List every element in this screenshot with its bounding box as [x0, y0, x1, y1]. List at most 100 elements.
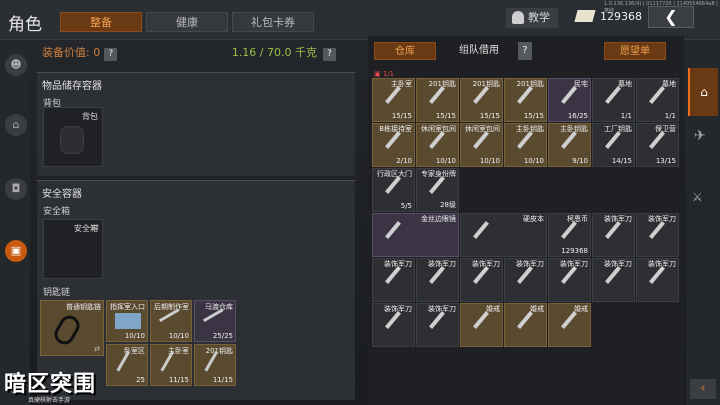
page-indicator: ▣ 1/1: [374, 70, 394, 78]
inventory-item[interactable]: 休闲室包间 10/10: [460, 123, 503, 167]
keychain-item[interactable]: 主卧室 11/15: [150, 344, 192, 386]
keychain-item[interactable]: 卧室区 25: [106, 344, 148, 386]
item-name: 墓地: [662, 80, 676, 88]
inventory-item[interactable]: 休闲室包间 10/10: [416, 123, 459, 167]
inventory-item[interactable]: 主卧室 15/15: [372, 78, 415, 122]
game-logo: 暗区突围: [4, 372, 97, 397]
tutorial-label: 教学: [528, 11, 550, 24]
swap-icon[interactable]: ⇄: [94, 345, 100, 353]
keychain-item[interactable]: 马渡仓库 25/25: [194, 300, 236, 342]
item-icon: [649, 266, 665, 284]
clothing-icon[interactable]: ✈: [694, 128, 706, 144]
item-name: 婚戒: [486, 305, 500, 313]
inventory-item[interactable]: 装饰军刀: [416, 303, 459, 347]
item-name: 休闲室包间: [421, 125, 456, 133]
weight-label: 1.16 / 70.0 千克: [231, 46, 317, 59]
right-nav: ⌂ ✈ ⚔ ‹: [686, 40, 720, 405]
collapse-button[interactable]: ‹: [690, 379, 716, 399]
tab-warehouse[interactable]: 仓库: [374, 42, 436, 60]
inventory-item[interactable]: 装饰军刀: [372, 303, 415, 347]
backpack-slot[interactable]: 背包: [43, 107, 103, 167]
item-icon: [605, 86, 621, 104]
inventory-item[interactable]: 工厂钥匙 14/15: [592, 123, 635, 167]
inventory-item[interactable]: 婚戒: [504, 303, 547, 347]
money-icon: [574, 10, 596, 22]
weapon-icon[interactable]: ⚔: [692, 190, 703, 204]
item-name: 普通钥匙链: [66, 303, 101, 311]
item-name: 金丝边眼镜: [421, 215, 456, 223]
inventory-item[interactable]: 装饰军刀: [372, 258, 415, 302]
inventory-item[interactable]: 装饰军刀: [636, 213, 679, 257]
home-icon[interactable]: ⌂: [688, 68, 718, 116]
inventory-icon[interactable]: ▣: [5, 240, 27, 262]
item-icon: [385, 176, 401, 194]
swap-icon[interactable]: ⇄: [91, 223, 99, 275]
item-name: 装饰军刀: [604, 260, 632, 268]
tab-team-borrow[interactable]: 组队借用: [446, 42, 512, 60]
person-icon[interactable]: ☻: [5, 54, 27, 76]
inventory-item[interactable]: 装饰军刀: [636, 258, 679, 302]
back-button[interactable]: ❮: [648, 6, 694, 28]
item-name: 工厂钥匙: [604, 125, 632, 133]
inventory-item[interactable]: 装饰军刀: [592, 258, 635, 302]
wishlist-button[interactable]: 愿望单: [604, 42, 666, 60]
item-name: 民宅: [574, 80, 588, 88]
keychain-item[interactable]: 后期制作室 10/10: [150, 300, 192, 342]
item-qty: 25/25: [212, 332, 233, 340]
item-qty: 2/10: [396, 157, 412, 165]
item-qty: 5/5: [400, 202, 412, 210]
help-icon[interactable]: ?: [104, 48, 118, 61]
storage-container-section: 物品储存容器 背包 背包: [37, 72, 355, 176]
safe-slot[interactable]: 安全箱 ⇄: [43, 219, 103, 279]
inventory-item[interactable]: 婚戒: [460, 303, 503, 347]
tab-health[interactable]: 健康: [146, 12, 228, 32]
tutorial-button[interactable]: 教学: [506, 8, 558, 28]
help-icon[interactable]: ?: [323, 48, 336, 61]
backpack-icon[interactable]: ⌂: [5, 114, 27, 136]
item-name: 装饰军刀: [604, 215, 632, 223]
item-qty: 14/15: [611, 157, 632, 165]
inventory-item[interactable]: 201钥匙 15/15: [504, 78, 547, 122]
inventory-item[interactable]: 婚戒: [548, 303, 591, 347]
inventory-item[interactable]: B栋接待室 2/10: [372, 123, 415, 167]
item-name: 装饰军刀: [648, 215, 676, 223]
inventory-item[interactable]: 装饰军刀: [460, 258, 503, 302]
keychain-item[interactable]: 普通钥匙链 ⇄: [40, 300, 104, 356]
inventory-item[interactable]: 装饰军刀: [548, 258, 591, 302]
inventory-item[interactable]: 民宅 16/25: [548, 78, 591, 122]
inventory-item[interactable]: 主卧钥匙 10/10: [504, 123, 547, 167]
item-name: 装饰军刀: [648, 260, 676, 268]
inventory-item[interactable]: 保卫营 13/15: [636, 123, 679, 167]
tab-gear[interactable]: 整备: [60, 12, 142, 32]
item-qty: 10/10: [168, 332, 189, 340]
inventory-item[interactable]: 装饰军刀: [416, 258, 459, 302]
weight-readout: 1.16 / 70.0 千克?: [232, 44, 336, 61]
inventory-item[interactable]: 行政区大门 5/5: [372, 168, 415, 212]
item-qty: 11/15: [168, 376, 189, 384]
left-nav: ☻ ⌂ ◘ ▣ ▥ 礼包: [0, 40, 30, 405]
inventory-item[interactable]: 硬皮本: [460, 213, 547, 257]
box-icon: ▣: [374, 70, 381, 78]
inventory-item[interactable]: 墓地 1/1: [592, 78, 635, 122]
keychain-item[interactable]: 201钥匙 11/15: [194, 344, 236, 386]
inventory-item[interactable]: 专家身份牌 28级: [416, 168, 459, 212]
inventory-item[interactable]: 金丝边眼镜: [372, 213, 459, 257]
item-icon: [429, 266, 445, 284]
inventory-item[interactable]: 201钥匙 15/15: [460, 78, 503, 122]
item-name: 指挥室入口: [110, 303, 145, 311]
inventory-item[interactable]: 墓地 1/1: [636, 78, 679, 122]
inventory-item[interactable]: 柯恩币 129368: [548, 213, 591, 257]
item-icon: [473, 311, 489, 329]
item-name: 装饰军刀: [428, 260, 456, 268]
item-qty: 129368: [561, 247, 588, 255]
item-icon: [473, 266, 489, 284]
inventory-item[interactable]: 201钥匙 15/15: [416, 78, 459, 122]
inventory-item[interactable]: 装饰军刀: [504, 258, 547, 302]
keychain-item[interactable]: 指挥室入口 10/10: [106, 300, 148, 342]
tab-gift-coupons[interactable]: 礼包卡券: [232, 12, 314, 32]
vest-icon[interactable]: ◘: [5, 178, 27, 200]
inventory-item[interactable]: 装饰军刀: [592, 213, 635, 257]
keychain-icon: [50, 312, 84, 348]
help-icon[interactable]: ?: [518, 42, 532, 60]
inventory-item[interactable]: 主卧钥匙 9/10: [548, 123, 591, 167]
